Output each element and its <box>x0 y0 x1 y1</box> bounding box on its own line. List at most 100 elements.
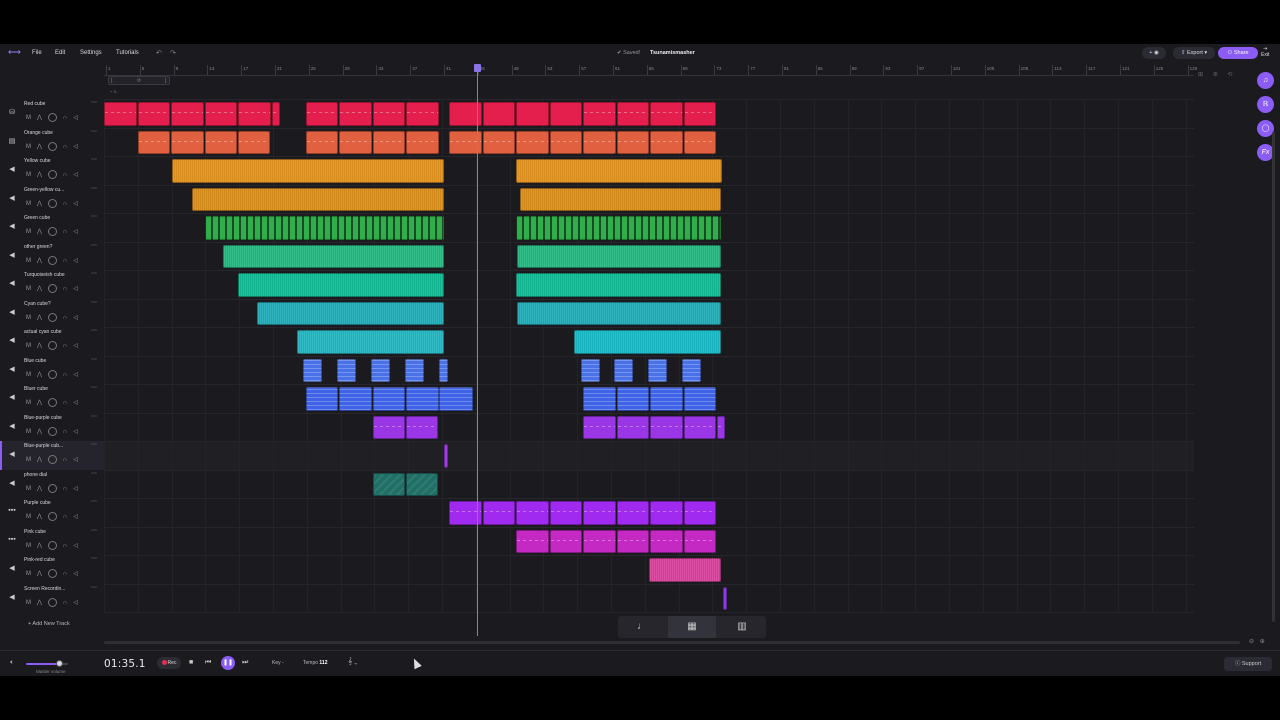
headphones-icon[interactable]: ∩ <box>63 372 67 378</box>
pause-button[interactable]: ❚❚ <box>221 656 235 670</box>
audio-clip[interactable] <box>549 130 582 154</box>
exit-button[interactable]: ⇥ Exit <box>1261 46 1269 58</box>
pan-knob[interactable] <box>47 597 57 607</box>
audio-clip[interactable] <box>297 330 444 354</box>
more-options-icon[interactable]: ⋯ <box>91 327 97 334</box>
track-name[interactable]: Pink cube <box>24 529 72 535</box>
mute-button[interactable]: M <box>26 543 31 549</box>
automation-icon[interactable]: ⋀ <box>37 286 42 292</box>
pan-knob[interactable] <box>47 369 57 379</box>
automation-icon[interactable]: ⋀ <box>37 343 42 349</box>
audio-clip[interactable] <box>482 130 515 154</box>
speaker-icon[interactable]: ◀︎ <box>7 308 17 316</box>
audio-clip[interactable] <box>223 244 444 268</box>
track-header[interactable]: ▪▪▪ Pink cube ⋯ M ⋀ ∩ ◁ <box>0 527 104 556</box>
redo-icon[interactable]: ↷ <box>170 49 176 57</box>
speaker-output-icon[interactable]: ◁ <box>73 571 78 577</box>
snap-icon[interactable]: ⊛ <box>1213 72 1218 78</box>
more-options-icon[interactable]: ⋯ <box>91 584 97 591</box>
pan-knob[interactable] <box>47 341 57 350</box>
audio-clip[interactable] <box>583 501 616 525</box>
track-name[interactable]: Green-yellow cu... <box>24 187 72 193</box>
track-header[interactable]: ◀︎ Pink-red cube ⋯ M ⋀ ∩ ◁ <box>0 555 104 584</box>
rewind-icon[interactable]: ⏮︎ <box>205 659 211 667</box>
audio-clip[interactable] <box>373 472 405 496</box>
pan-knob[interactable] <box>47 569 57 578</box>
track-header[interactable]: ◀︎ Blue-purple cub... ⋯ M ⋀ ∩ ◁ <box>0 441 104 470</box>
more-options-icon[interactable]: ⋯ <box>91 242 97 249</box>
speaker-output-icon[interactable]: ◁ <box>73 457 78 463</box>
audio-clip[interactable] <box>406 130 439 154</box>
audio-clip[interactable] <box>439 387 473 411</box>
automation-icon[interactable]: ⋀ <box>37 400 42 406</box>
timeline-ruler[interactable]: 1 5 9 13 17 21 25 29 33 37 41 45 49 53 57 61 65 69 73 77 81 8… <box>104 64 1197 76</box>
track-header[interactable]: ◀︎ other green? ⋯ M ⋀ ∩ ◁ <box>0 242 104 271</box>
track-header[interactable]: ◀︎ Green-yellow cu... ⋯ M ⋀ ∩ ◁ <box>0 185 104 214</box>
fast-forward-icon[interactable]: ⏭︎ <box>242 659 248 667</box>
mute-button[interactable]: M <box>26 115 31 121</box>
drum-icon[interactable]: ⛁ <box>7 108 17 116</box>
loop-region[interactable]: [ ⟳ ] <box>108 76 170 85</box>
mute-button[interactable]: M <box>26 172 31 178</box>
headphones-icon[interactable]: ∩ <box>63 600 67 606</box>
pan-knob[interactable] <box>47 483 57 493</box>
more-options-icon[interactable]: ⋯ <box>91 356 97 363</box>
speaker-icon[interactable]: ◀︎ <box>7 393 17 401</box>
record-button[interactable]: Rec <box>157 657 181 669</box>
mute-button[interactable]: M <box>26 258 31 264</box>
audio-clip[interactable] <box>205 216 444 240</box>
track-name[interactable]: Orange cube <box>24 130 72 136</box>
track-header[interactable]: ◀︎ Blue-purple cube ⋯ M ⋀ ∩ ◁ <box>0 413 104 442</box>
pan-knob[interactable] <box>47 426 57 436</box>
track-header[interactable]: ◀︎ Yellow cube ⋯ M ⋀ ∩ ◁ <box>0 156 104 185</box>
arrange-view-icon[interactable]: ▦ <box>668 616 716 638</box>
headphones-icon[interactable]: ∩ <box>63 258 67 264</box>
headphones-icon[interactable]: ∩ <box>63 343 67 349</box>
zoom-in-icon[interactable]: ⊕ <box>1260 639 1265 645</box>
headphones-icon[interactable]: ∩ <box>63 144 67 150</box>
stop-icon[interactable]: ■ <box>189 659 193 666</box>
audio-clip[interactable] <box>583 130 616 154</box>
more-options-icon[interactable]: ⋯ <box>91 527 97 534</box>
headphones-icon[interactable]: ∩ <box>63 115 67 121</box>
undo-icon[interactable]: ↶ <box>156 49 162 57</box>
audio-clip[interactable] <box>683 529 716 553</box>
speaker-icon[interactable]: ◀︎ <box>7 336 17 344</box>
audio-clip[interactable] <box>306 387 339 411</box>
audio-clip[interactable] <box>482 102 515 126</box>
headphones-icon[interactable]: ∩ <box>63 457 67 463</box>
audio-clip[interactable] <box>138 130 171 154</box>
audio-clip[interactable] <box>649 558 721 582</box>
synth-icon[interactable]: ▪▪▪ <box>7 507 17 514</box>
automation-icon[interactable]: ⋀ <box>37 429 42 435</box>
audio-clip[interactable] <box>306 102 339 126</box>
keys-icon[interactable]: ▤ <box>7 137 17 145</box>
audio-clip[interactable] <box>683 501 716 525</box>
automation-icon[interactable]: ⋀ <box>37 543 42 549</box>
pan-knob[interactable] <box>47 255 57 265</box>
mute-button[interactable]: M <box>26 315 31 321</box>
lock-icon[interactable]: ⊞ <box>1198 72 1203 78</box>
headphones-icon[interactable]: ∩ <box>63 543 67 549</box>
audio-clip[interactable] <box>192 187 444 211</box>
headphones-icon[interactable]: ∩ <box>63 429 67 435</box>
speaker-icon[interactable]: ◀︎ <box>7 450 17 458</box>
headphones-icon[interactable]: ∩ <box>63 400 67 406</box>
audio-clip[interactable] <box>482 501 515 525</box>
audio-clip[interactable] <box>337 358 356 382</box>
automation-icon[interactable]: ⋀ <box>37 201 42 207</box>
speaker-output-icon[interactable]: ◁ <box>73 514 78 520</box>
automation-icon[interactable]: ⋀ <box>37 457 42 463</box>
audio-clip[interactable] <box>648 358 667 382</box>
speaker-icon[interactable]: ◀︎ <box>7 422 17 430</box>
track-header[interactable]: ◀︎ Screen Recordin... ⋯ M ⋀ ∩ ◁ <box>0 584 104 613</box>
speaker-icon[interactable]: ◀︎ <box>7 479 17 487</box>
mute-button[interactable]: M <box>26 201 31 207</box>
audio-clip[interactable] <box>516 529 549 553</box>
audio-clip[interactable] <box>549 529 582 553</box>
automation-icon[interactable]: ⋀ <box>37 258 42 264</box>
audio-clip[interactable] <box>616 130 649 154</box>
track-name[interactable]: Pink-red cube <box>24 557 72 563</box>
audio-clip[interactable] <box>517 244 721 268</box>
menu-edit[interactable]: Edit <box>55 50 65 56</box>
